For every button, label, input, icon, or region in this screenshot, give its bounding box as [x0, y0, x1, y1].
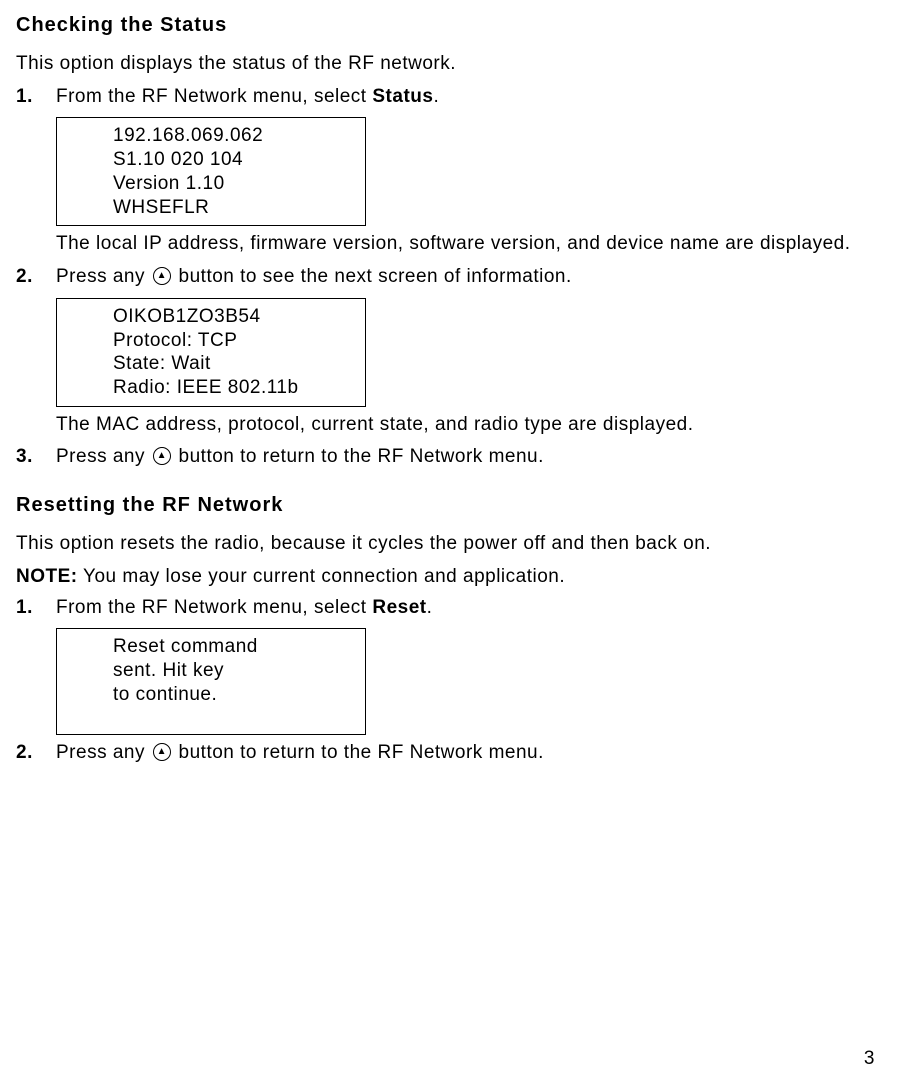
- screen-display-status-2: OIKOB1ZO3B54 Protocol: TCP State: Wait R…: [56, 298, 366, 407]
- step-3: 3. Press any button to return to the RF …: [16, 445, 875, 470]
- step-marker: 2.: [16, 741, 33, 766]
- note-label: NOTE:: [16, 566, 78, 587]
- step-after-text: The local IP address, firmware version, …: [56, 232, 875, 257]
- step-text: Press any button to return to the RF Net…: [56, 742, 544, 763]
- step-1: 1. From the RF Network menu, select Rese…: [16, 596, 875, 736]
- step-text-after: button to return to the RF Network menu.: [173, 446, 544, 467]
- step-text-after: button to return to the RF Network menu.: [173, 742, 544, 763]
- up-arrow-button-icon: [153, 447, 171, 465]
- screen-line: State: Wait: [113, 352, 361, 376]
- step-bold-word: Status: [372, 86, 433, 107]
- step-marker: 1.: [16, 85, 33, 110]
- step-bold-word: Reset: [372, 597, 426, 618]
- intro-text: This option displays the status of the R…: [16, 52, 875, 77]
- screen-line: to continue.: [113, 683, 361, 707]
- step-text-after: .: [433, 86, 439, 107]
- steps-list-2: 1. From the RF Network menu, select Rese…: [16, 596, 875, 767]
- step-text-before: From the RF Network menu, select: [56, 597, 372, 618]
- up-arrow-button-icon: [153, 267, 171, 285]
- screen-display-status-1: 192.168.069.062 S1.10 020 104 Version 1.…: [56, 117, 366, 226]
- step-text: Press any button to return to the RF Net…: [56, 446, 544, 467]
- step-text-after: .: [427, 597, 433, 618]
- note-text: You may lose your current connection and…: [78, 566, 566, 587]
- screen-line: S1.10 020 104: [113, 148, 361, 172]
- step-marker: 1.: [16, 596, 33, 621]
- step-1: 1. From the RF Network menu, select Stat…: [16, 85, 875, 257]
- note-line: NOTE: You may lose your current connecti…: [16, 565, 875, 590]
- screen-line: Reset command: [113, 635, 361, 659]
- screen-line: 192.168.069.062: [113, 124, 361, 148]
- screen-line: sent. Hit key: [113, 659, 361, 683]
- up-arrow-button-icon: [153, 743, 171, 761]
- step-after-text: The MAC address, protocol, current state…: [56, 413, 875, 438]
- step-text-before: Press any: [56, 446, 151, 467]
- screen-line: Radio: IEEE 802.11b: [113, 376, 361, 400]
- step-text-before: From the RF Network menu, select: [56, 86, 372, 107]
- page-number: 3: [864, 1047, 875, 1072]
- step-marker: 2.: [16, 265, 33, 290]
- steps-list-1: 1. From the RF Network menu, select Stat…: [16, 85, 875, 470]
- step-text-after: button to see the next screen of informa…: [173, 266, 572, 287]
- section-heading-checking-status: Checking the Status: [16, 12, 875, 38]
- screen-line: OIKOB1ZO3B54: [113, 305, 361, 329]
- screen-line: Version 1.10: [113, 172, 361, 196]
- step-text: Press any button to see the next screen …: [56, 266, 572, 287]
- step-text-before: Press any: [56, 266, 151, 287]
- step-2: 2. Press any button to see the next scre…: [16, 265, 875, 437]
- intro-text: This option resets the radio, because it…: [16, 532, 875, 557]
- screen-display-reset: Reset command sent. Hit key to continue.: [56, 628, 366, 735]
- step-text-before: Press any: [56, 742, 151, 763]
- step-marker: 3.: [16, 445, 33, 470]
- section-heading-resetting: Resetting the RF Network: [16, 492, 875, 518]
- step-2: 2. Press any button to return to the RF …: [16, 741, 875, 766]
- screen-line: WHSEFLR: [113, 196, 361, 220]
- step-text: From the RF Network menu, select Reset.: [56, 597, 432, 618]
- step-text: From the RF Network menu, select Status.: [56, 86, 439, 107]
- screen-line: Protocol: TCP: [113, 329, 361, 353]
